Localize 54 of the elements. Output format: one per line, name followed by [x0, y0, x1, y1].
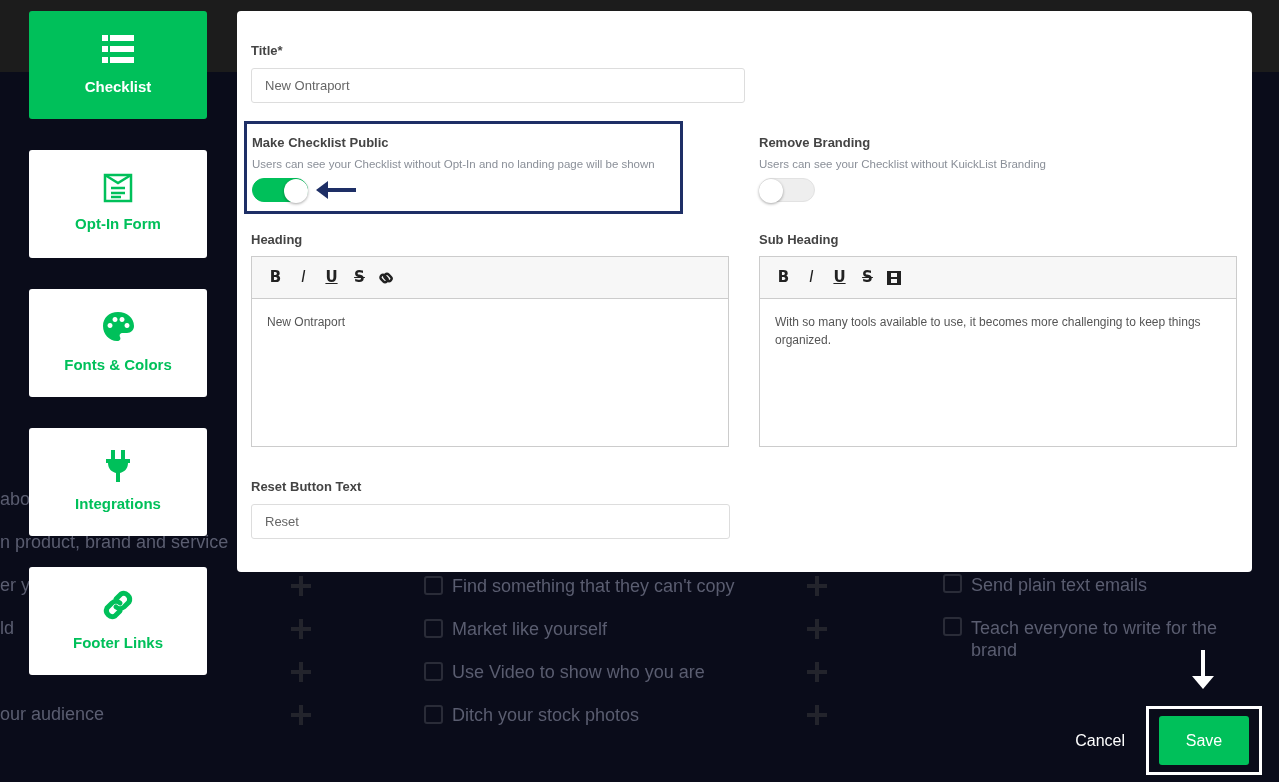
toggle-switch[interactable]: [252, 178, 308, 203]
editor-text: New Ontraport: [266, 314, 347, 331]
list-text: er y: [0, 574, 30, 597]
rich-text-editor[interactable]: B I U S With so many tools available to use, it becomes more challenging to keep things organized.: [759, 256, 1237, 447]
checkbox[interactable]: [424, 576, 443, 595]
plus-icon: [806, 703, 828, 726]
list-item-text: Send plain text emails: [971, 574, 1149, 596]
plus-icon: [290, 703, 312, 726]
editor-label: Heading: [251, 230, 304, 249]
cancel-button[interactable]: Cancel: [1075, 728, 1125, 753]
list-item-text: Market like yourself: [452, 617, 608, 640]
plus-icon: [806, 574, 828, 597]
format-button[interactable]: S: [858, 266, 877, 289]
toggle-label: Remove Branding: [759, 133, 872, 152]
field-label: Reset Button Text: [251, 478, 363, 496]
field-label: Title*: [251, 42, 284, 60]
rich-text-editor[interactable]: B I U S New Ontraport: [251, 256, 729, 447]
arrow-icon: [1192, 650, 1214, 690]
form-icon: [103, 172, 133, 203]
format-button[interactable]: I: [802, 266, 821, 289]
list-text: abo: [0, 488, 31, 511]
plus-icon: [806, 617, 828, 640]
format-button[interactable]: S: [350, 266, 369, 289]
format-button[interactable]: B: [774, 266, 793, 289]
checkbox[interactable]: [424, 662, 443, 681]
toggle-description: Users can see your Checklist without KuickList Branding: [759, 157, 1047, 172]
list-item-text: Use Video to show who you are: [452, 660, 705, 683]
checkbox[interactable]: [424, 705, 443, 724]
editor-label: Sub Heading: [759, 230, 840, 249]
plus-icon: [290, 660, 312, 683]
list-text: ld: [0, 617, 14, 640]
plus-icon: [806, 660, 828, 683]
format-button[interactable]: U: [322, 266, 341, 289]
palette-icon: [101, 309, 135, 344]
arrow-icon: [316, 180, 356, 201]
toggle-label: Make Checklist Public: [252, 133, 390, 152]
format-button[interactable]: U: [830, 266, 849, 289]
film-icon: [886, 269, 902, 286]
plug-icon: [105, 448, 131, 483]
plus-icon: [290, 617, 312, 640]
checkbox[interactable]: [943, 574, 962, 593]
list-item-text: Find something that they can't copy: [452, 574, 735, 597]
list-item-text: Ditch your stock photos: [452, 703, 640, 726]
title-input[interactable]: New Ontraport: [251, 67, 745, 103]
format-button[interactable]: I: [294, 266, 313, 289]
list-item-text: Teach everyone to write for the brand: [971, 617, 1219, 661]
format-button[interactable]: B: [266, 266, 285, 289]
checkbox[interactable]: [424, 619, 443, 638]
plus-icon: [290, 574, 312, 597]
editor-text: With so many tools available to use, it becomes more challenging to keep things organized.: [774, 314, 1202, 349]
list-text: our audience: [0, 703, 105, 726]
reset-text-input[interactable]: Reset: [251, 503, 730, 539]
toggle-description: Users can see your Checklist without Opt-In and no landing page will be shown: [252, 157, 656, 172]
checkbox[interactable]: [943, 617, 962, 636]
